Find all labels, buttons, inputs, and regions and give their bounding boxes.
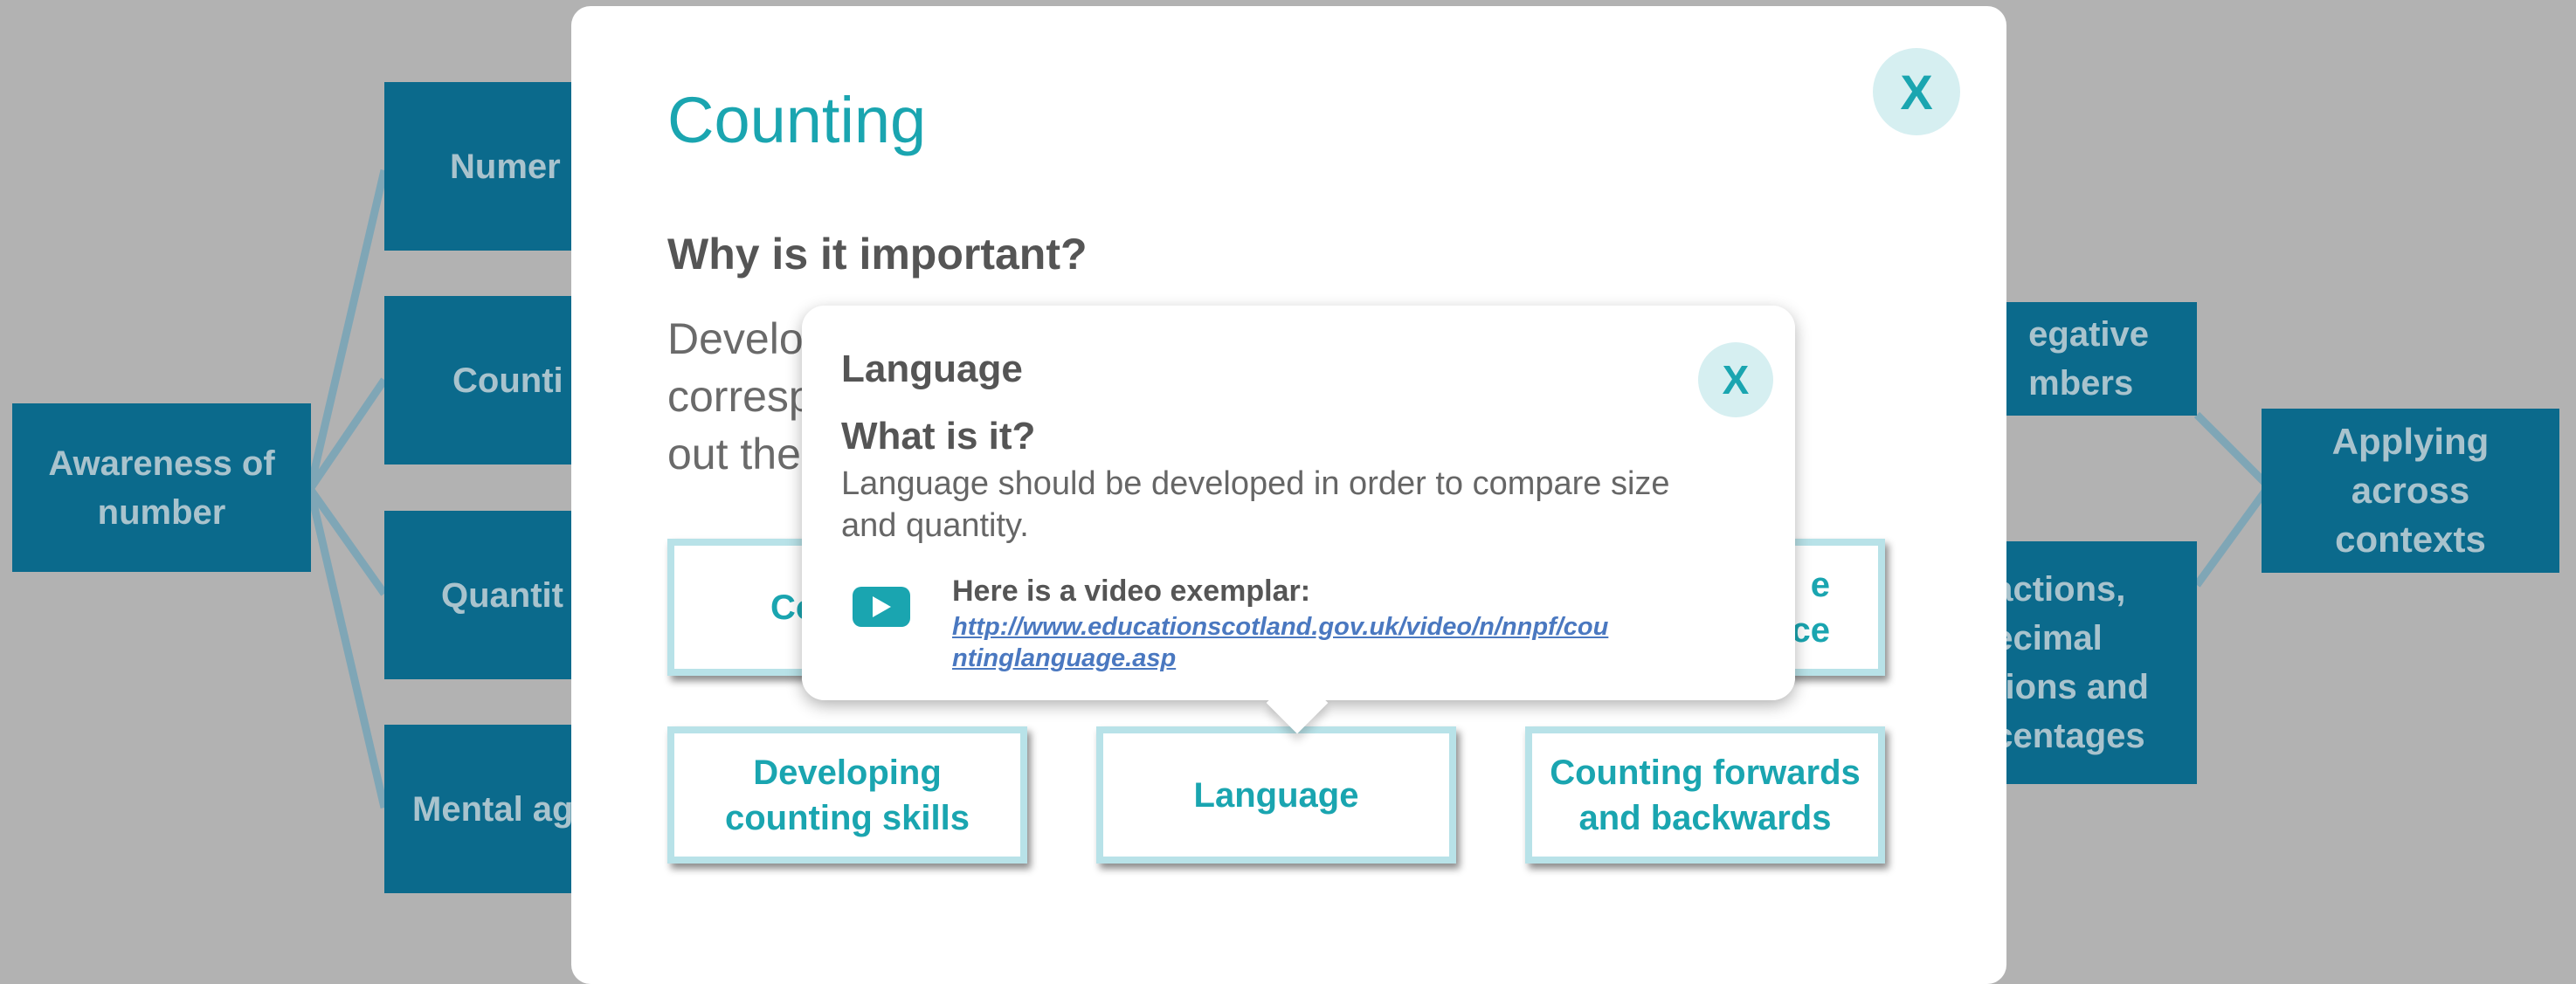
video-exemplar-label: Here is a video exemplar: [952, 575, 1311, 608]
topic-label: Language [1193, 775, 1359, 815]
node-awareness-of-number[interactable]: Awareness of number [12, 403, 311, 572]
video-exemplar-link[interactable]: http://www.educationscotland.gov.uk/vide… [952, 611, 1616, 674]
why-important-heading: Why is it important? [667, 230, 1088, 279]
node-label: Awareness of number [48, 444, 275, 532]
node-label: Quantit [441, 575, 563, 615]
topic-button-developing-counting-skills[interactable]: Developing counting skills [667, 726, 1027, 864]
popover-close-button[interactable]: X [1698, 342, 1773, 417]
popover-answer: Language should be developed in order to… [841, 465, 1670, 544]
node-applying-across-contexts[interactable]: Applying across contexts [2262, 409, 2559, 573]
node-label: egative mbers [2028, 315, 2149, 403]
node-label: actions, ecimal tions and centages [1993, 570, 2149, 755]
topic-button-language[interactable]: Language [1096, 726, 1456, 864]
modal-close-button[interactable]: X [1873, 48, 1960, 135]
node-label: Applying across contexts [2331, 421, 2490, 560]
node-label: Counti [452, 361, 563, 400]
topic-label: Counting forwards and backwards [1550, 753, 1861, 837]
topic-label: Developing counting skills [724, 753, 970, 837]
modal-title: Counting [667, 84, 927, 156]
node-label: Numer [450, 147, 561, 186]
language-popover: Language X What is it? Language should b… [802, 306, 1795, 734]
play-icon[interactable] [853, 587, 910, 627]
popover-body: Language X What is it? Language should b… [802, 306, 1795, 700]
node-label: Mental ag [412, 789, 574, 829]
topic-button-counting-forwards-and-backwards[interactable]: Counting forwards and backwards [1525, 726, 1885, 864]
popover-question: What is it? [841, 415, 1036, 458]
play-triangle-icon [873, 596, 891, 617]
popover-title: Language [841, 347, 1023, 390]
